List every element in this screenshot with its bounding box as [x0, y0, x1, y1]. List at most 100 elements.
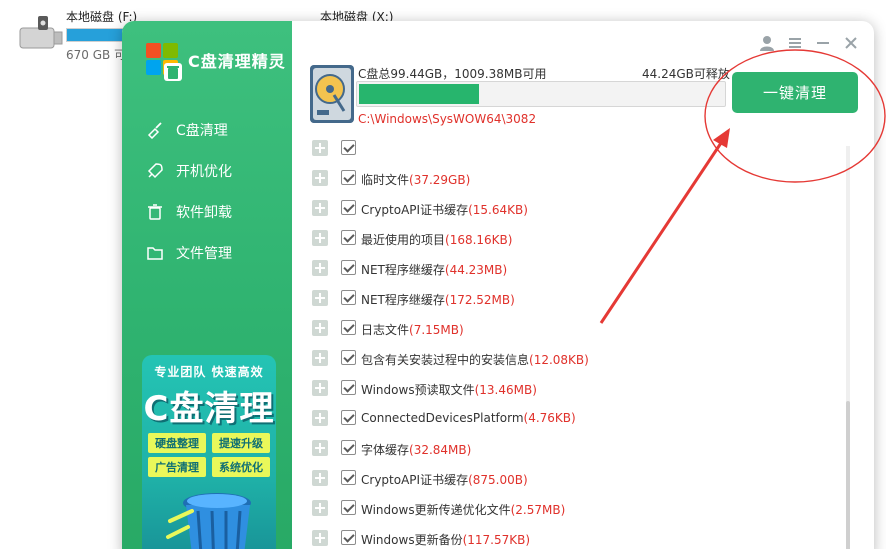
- releasable-space-text: 44.24GB可释放: [642, 67, 730, 81]
- item-size: (168.16KB): [445, 233, 513, 247]
- item-size: (13.46MB): [474, 383, 537, 397]
- list-item[interactable]: Windows更新备份(117.57KB): [306, 523, 836, 549]
- list-item[interactable]: NET程序继缓存(172.52MB): [306, 283, 836, 313]
- list-item[interactable]: 包含有关安装过程中的安装信息(12.08KB): [306, 343, 836, 373]
- item-checkbox[interactable]: [341, 290, 356, 305]
- app-logo-icon: [144, 41, 184, 81]
- promo-banner[interactable]: 专业团队 快速高效 C盘清理 硬盘整理 提速升级 广告清理 系统优化: [142, 355, 276, 549]
- item-checkbox[interactable]: [341, 200, 356, 215]
- item-name: Windows更新备份: [361, 533, 463, 547]
- item-checkbox[interactable]: [341, 470, 356, 485]
- list-scrollbar[interactable]: [846, 146, 850, 549]
- trash-badge-icon: [164, 63, 182, 81]
- list-item[interactable]: 最近使用的项目(168.16KB): [306, 223, 836, 253]
- item-size: (44.23MB): [444, 263, 508, 277]
- expand-plus-icon[interactable]: [312, 350, 328, 366]
- menu-icon[interactable]: [786, 35, 804, 51]
- list-item[interactable]: 日志文件(7.15MB): [306, 313, 836, 343]
- item-label: NET程序继缓存(172.52MB): [361, 291, 515, 308]
- list-item[interactable]: 字体缓存(32.84MB): [306, 433, 836, 463]
- sidebar-nav: C盘清理 开机优化 软件卸载 文件管理: [122, 109, 292, 273]
- item-label: CryptoAPI证书缓存(875.00B): [361, 471, 528, 488]
- list-item[interactable]: CryptoAPI证书缓存(15.64KB): [306, 193, 836, 223]
- one-click-clean-button[interactable]: 一键清理: [732, 72, 858, 113]
- list-item[interactable]: NET程序继缓存(44.23MB): [306, 253, 836, 283]
- item-checkbox[interactable]: [341, 440, 356, 455]
- item-checkbox[interactable]: [341, 140, 356, 155]
- item-checkbox[interactable]: [341, 530, 356, 545]
- item-size: (2.57MB): [510, 503, 566, 517]
- expand-plus-icon[interactable]: [312, 320, 328, 336]
- item-label: NET程序继缓存(44.23MB): [361, 261, 507, 278]
- item-size: (117.57KB): [462, 533, 531, 547]
- sidebar-item-label: 文件管理: [176, 245, 232, 262]
- item-size: (7.15MB): [409, 323, 464, 337]
- expand-plus-icon[interactable]: [312, 230, 328, 246]
- user-icon[interactable]: [758, 35, 776, 51]
- expand-plus-icon[interactable]: [312, 290, 328, 306]
- list-item[interactable]: Windows更新传递优化文件(2.57MB): [306, 493, 836, 523]
- sidebar-item-label: 软件卸载: [176, 204, 232, 221]
- item-checkbox[interactable]: [341, 260, 356, 275]
- item-label: 字体缓存(32.84MB): [361, 441, 471, 458]
- promo-tag: 系统优化: [212, 457, 270, 477]
- item-name: 临时文件: [361, 173, 410, 187]
- expand-plus-icon[interactable]: [312, 500, 328, 516]
- list-item[interactable]: 临时文件(37.29GB): [306, 163, 836, 193]
- item-name: Windows预读取文件: [361, 383, 475, 397]
- list-item[interactable]: Windows预读取文件(13.46MB): [306, 373, 836, 403]
- expand-plus-icon[interactable]: [312, 470, 328, 486]
- sidebar-item-startup[interactable]: 开机优化: [122, 150, 292, 191]
- folder-icon: [147, 246, 163, 260]
- trash-icon: [148, 203, 162, 220]
- item-label: 临时文件(37.29GB): [361, 171, 470, 188]
- expand-plus-icon[interactable]: [312, 380, 328, 396]
- app-title: C盘清理精灵: [188, 52, 286, 71]
- item-checkbox[interactable]: [341, 170, 356, 185]
- item-checkbox[interactable]: [341, 230, 356, 245]
- item-name: Windows更新传递优化文件: [361, 503, 511, 517]
- hard-disk-icon: [310, 65, 354, 123]
- scan-progress-bar: [356, 81, 726, 107]
- item-size: (12.08KB): [529, 353, 589, 367]
- list-item-partial[interactable]: [306, 137, 836, 163]
- item-label: Windows更新备份(117.57KB): [361, 531, 530, 548]
- list-item[interactable]: ConnectedDevicesPlatform(4.76KB): [306, 403, 836, 433]
- item-size: (172.52MB): [444, 293, 515, 307]
- item-name: ConnectedDevicesPlatform: [361, 411, 524, 425]
- item-checkbox[interactable]: [341, 500, 356, 515]
- sidebar-item-uninstall[interactable]: 软件卸载: [122, 191, 292, 232]
- expand-plus-icon[interactable]: [312, 530, 328, 546]
- item-name: NET程序继缓存: [361, 293, 445, 307]
- promo-tagline: 专业团队 快速高效: [154, 365, 264, 379]
- item-checkbox[interactable]: [341, 320, 356, 335]
- expand-plus-icon[interactable]: [312, 440, 328, 456]
- list-item[interactable]: CryptoAPI证书缓存(875.00B): [306, 463, 836, 493]
- sidebar-item-c-clean[interactable]: C盘清理: [122, 109, 292, 150]
- expand-plus-icon[interactable]: [312, 260, 328, 276]
- item-name: 包含有关安装过程中的安装信息: [361, 353, 530, 367]
- screenshot-stage: 本地磁盘 (F:) 670 GB 可 本地磁盘 (X:) C盘清理精灵 C盘清理…: [0, 0, 886, 549]
- item-size: (37.29GB): [409, 173, 471, 187]
- item-size: (15.64KB): [468, 203, 528, 217]
- close-icon[interactable]: [842, 35, 860, 51]
- scrollbar-thumb[interactable]: [846, 401, 850, 549]
- item-name: NET程序继缓存: [361, 263, 445, 277]
- expand-plus-icon[interactable]: [312, 140, 328, 156]
- item-checkbox[interactable]: [341, 410, 356, 425]
- usb-drive-icon: [19, 16, 63, 49]
- item-checkbox[interactable]: [341, 350, 356, 365]
- app-window: C盘清理精灵 C盘清理 开机优化 软件卸载 文件管理 专业团队 快速高效 C盘清…: [122, 21, 874, 549]
- minimize-icon[interactable]: [814, 35, 832, 51]
- sidebar-item-files[interactable]: 文件管理: [122, 232, 292, 273]
- expand-plus-icon[interactable]: [312, 410, 328, 426]
- item-label: ConnectedDevicesPlatform(4.76KB): [361, 411, 576, 425]
- sidebar-item-label: 开机优化: [176, 163, 232, 180]
- current-scan-path: C:\Windows\SysWOW64\3082: [358, 112, 537, 126]
- item-checkbox[interactable]: [341, 380, 356, 395]
- item-size: (875.00B): [468, 473, 528, 487]
- item-name: 字体缓存: [361, 443, 410, 457]
- expand-plus-icon[interactable]: [312, 170, 328, 186]
- sidebar-item-label: C盘清理: [176, 122, 228, 139]
- expand-plus-icon[interactable]: [312, 200, 328, 216]
